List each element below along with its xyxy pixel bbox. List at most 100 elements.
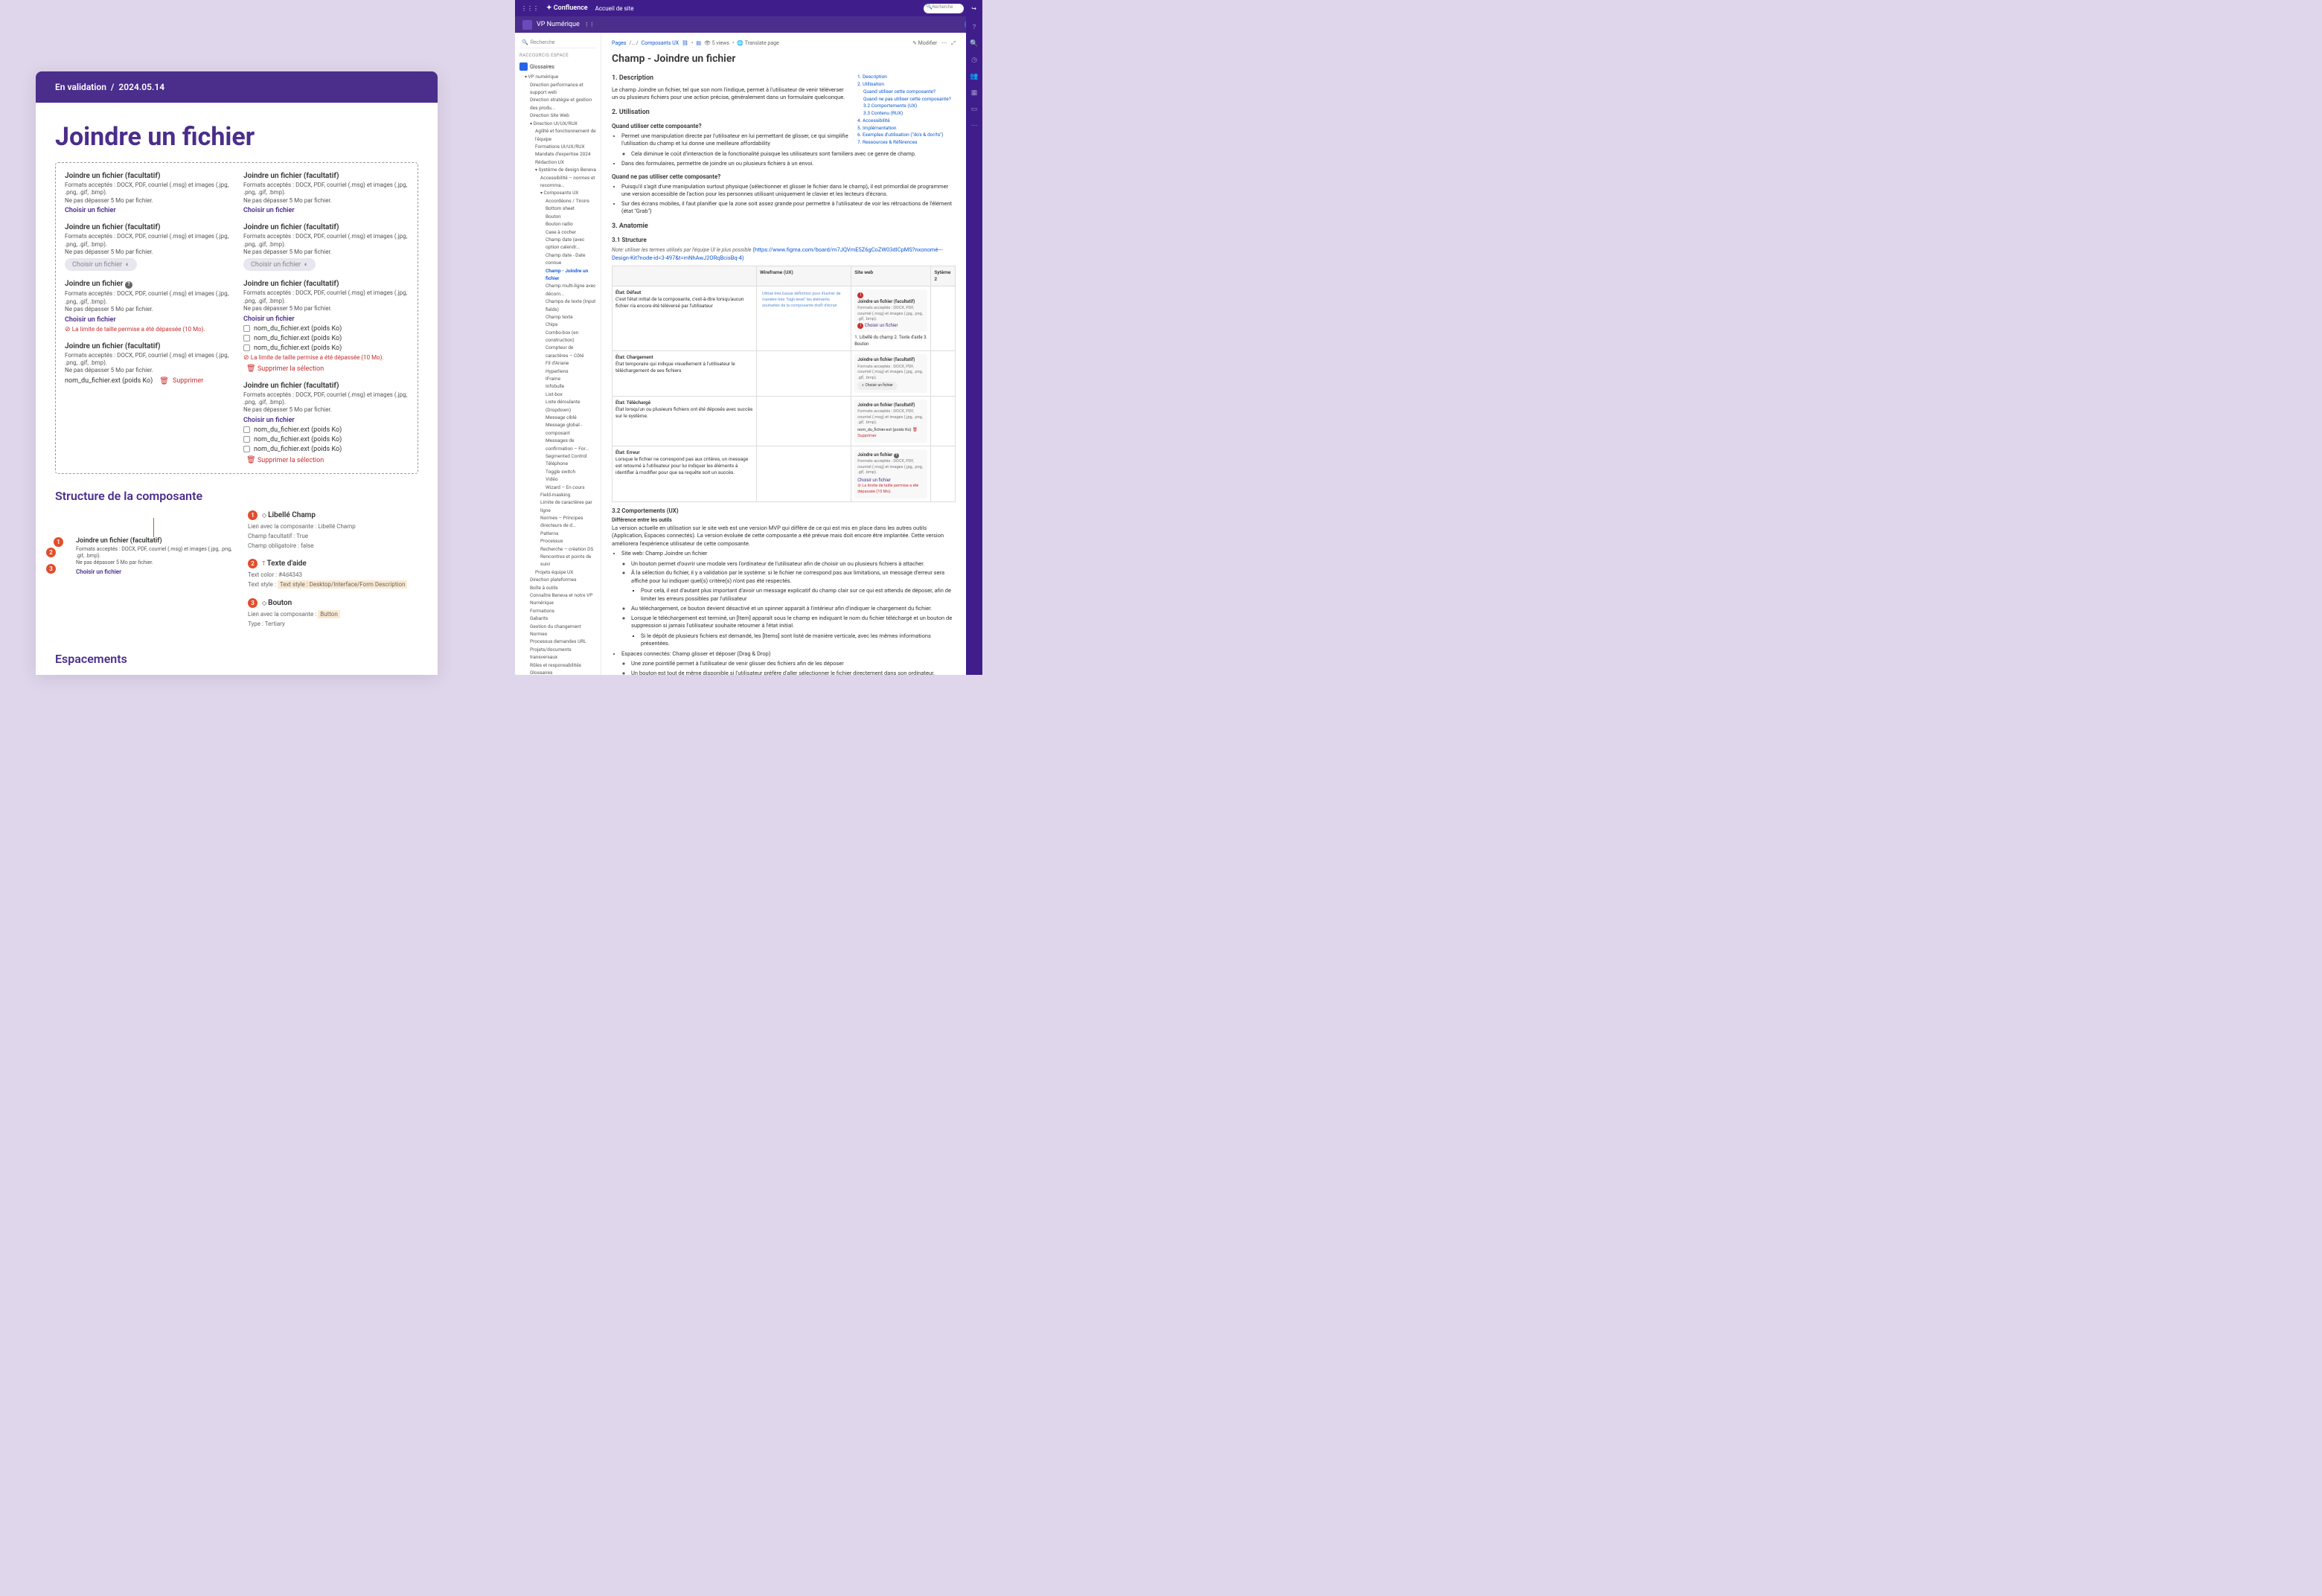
clock-icon[interactable]: ◷ [971, 57, 977, 64]
nav-home[interactable]: Accueil de site [595, 5, 634, 12]
toc-item[interactable]: 7. Ressources & Références [857, 139, 956, 147]
checkbox[interactable] [243, 426, 250, 433]
tree-item[interactable]: Champs de texte (Input fields) [519, 298, 596, 313]
checkbox[interactable] [243, 436, 250, 443]
choose-file-button[interactable]: Choisir un fichier [243, 207, 409, 214]
tree-item[interactable]: Champ texte [519, 313, 596, 321]
tree-item[interactable]: Vidéo [519, 475, 596, 483]
tree-item[interactable]: Rencontres et points de suivi [519, 553, 596, 568]
translate-link[interactable]: 🌐 Translate page [737, 40, 778, 48]
tree-item[interactable]: Wizard – En cours [519, 484, 596, 491]
choose-file-button[interactable]: Choisir un fichier [65, 316, 230, 324]
tree-item[interactable]: Champ multi-ligne avec décom... [519, 282, 596, 298]
tree-item[interactable]: Système de design Beneva [519, 166, 596, 174]
tree-item[interactable]: Combo-box (en construction) [519, 329, 596, 344]
trash-icon[interactable]: 🗑 [159, 377, 169, 385]
tree-item[interactable]: Processus demandes URL [519, 638, 596, 645]
global-search-input[interactable]: Recherche [924, 4, 964, 13]
tree-item[interactable]: Accordéons / Tiroirs [519, 197, 596, 205]
tree-item[interactable]: Connaître Beneva et notre VP Numérique [519, 592, 596, 607]
sidebar-search[interactable]: 🔍 Recherche [519, 37, 596, 48]
tree-item[interactable]: Composants UX [519, 189, 596, 197]
checkbox[interactable] [243, 344, 250, 351]
tree-item[interactable]: Direction Site Web [519, 112, 596, 119]
tree-item[interactable]: Boîte à outils [519, 584, 596, 592]
tree-item[interactable]: Toggle switch [519, 468, 596, 475]
toc-item[interactable]: 6. Exemples d'utilisation ("do's & don't… [857, 132, 956, 139]
tree-item[interactable]: Field-masking [519, 491, 596, 499]
tree-item[interactable]: Agilité et fonctionnement de l'équipe [519, 127, 596, 143]
trash-icon[interactable]: 🗑 [246, 456, 256, 464]
calendar-icon[interactable]: ▭ [971, 106, 978, 113]
tree-item[interactable]: Champ - Joindre un fichier [519, 267, 596, 283]
more-icon[interactable]: ⋯ [971, 122, 978, 129]
tree-item[interactable]: Limite de caractères par ligne [519, 499, 596, 514]
crumb-pages[interactable]: Pages [612, 40, 626, 48]
app-switcher-icon[interactable]: ⋮⋮⋮ [521, 5, 539, 12]
toc-item[interactable]: 4. Accessibilité [857, 118, 956, 125]
tree-item[interactable]: Formations UI/UX/RUX [519, 143, 596, 150]
tree-item[interactable]: Chips [519, 321, 596, 328]
login-icon[interactable]: ↪ [971, 5, 976, 12]
sidebar-glossary[interactable]: Glossaires [519, 60, 596, 73]
toc-item[interactable]: 3.2 Comportements (UX) [857, 103, 956, 110]
tree-item[interactable]: Liste déroulante (Dropdown) [519, 398, 596, 414]
tree-item[interactable]: Rédaction UX [519, 158, 596, 166]
tree-item[interactable]: Hyperliens [519, 368, 596, 375]
trash-icon[interactable]: 🗑 [246, 365, 256, 373]
space-name[interactable]: VP Numérique [537, 21, 580, 28]
checkbox[interactable] [243, 325, 250, 332]
tree-item[interactable]: Case à cocher [519, 228, 596, 236]
tree-item[interactable]: Fil d'Ariane [519, 359, 596, 367]
tree-item[interactable]: Direction performance et support web [519, 81, 596, 97]
more-actions-icon[interactable]: ⋯ [941, 40, 947, 48]
share-icon[interactable]: ⛓ [682, 40, 688, 48]
tree-item[interactable]: Formations [519, 607, 596, 615]
tree-item[interactable]: Champ date (avec option calendr... [519, 236, 596, 251]
confluence-logo[interactable]: ✦ Confluence [546, 4, 588, 12]
tree-item[interactable]: List-box [519, 391, 596, 398]
tree-item[interactable]: Projets équipe UX [519, 568, 596, 576]
toc-item[interactable]: Quand ne pas utiliser cette composante? [857, 96, 956, 103]
toc-item[interactable]: Quand utiliser cette composante? [857, 89, 956, 96]
grid-icon[interactable]: ▦ [971, 89, 978, 97]
expand-icon[interactable]: ⤢ [951, 40, 956, 48]
choose-file-button[interactable]: Choisir un fichier [243, 417, 409, 424]
tree-item[interactable]: Accessibilité – normes et recomma... [519, 174, 596, 190]
tree-item[interactable]: Bouton [519, 213, 596, 220]
delete-selection-button[interactable]: Supprimer la sélection [258, 457, 324, 464]
help-icon[interactable]: ? [973, 24, 976, 31]
tree-item[interactable]: Direction stratégie et gestion des produ… [519, 96, 596, 112]
search-icon[interactable]: 🔍 [970, 40, 978, 48]
tree-item[interactable]: Normes [519, 630, 596, 638]
choose-file-button[interactable]: Choisir un fichier [243, 315, 409, 323]
tree-item[interactable]: Infobulle [519, 382, 596, 390]
tree-item[interactable]: Champ date - Date connue [519, 251, 596, 267]
space-menu-icon[interactable]: ⋮⋮ [584, 22, 595, 28]
crumb-parent[interactable]: Composants UX [642, 40, 679, 48]
tree-item[interactable]: Glossaires [519, 669, 596, 675]
tree-item[interactable]: Mandats d'expertise 2024 [519, 150, 596, 158]
tree-item[interactable]: Normes – Principes directeurs de d... [519, 514, 596, 530]
delete-button[interactable]: Supprimer [173, 377, 203, 385]
checkbox[interactable] [243, 335, 250, 342]
tree-item[interactable]: Téléphone [519, 460, 596, 467]
tree-item[interactable]: Rôles et responsabilités [519, 661, 596, 669]
toc-item[interactable]: 3.3 Contenu (RUX) [857, 110, 956, 118]
tree-item[interactable]: Bouton radio [519, 220, 596, 228]
tree-item[interactable]: IFrame [519, 375, 596, 382]
tree-item[interactable]: Message ciblé [519, 414, 596, 421]
delete-selection-button[interactable]: Supprimer la sélection [258, 365, 324, 373]
tree-item[interactable]: Direction UI/UX/RUX [519, 120, 596, 128]
toc-item[interactable]: 1. Description [857, 74, 956, 81]
checkbox[interactable] [243, 446, 250, 452]
tree-item[interactable]: Messages de confirmation – For... [519, 437, 596, 452]
tree-item[interactable]: Bottom sheet [519, 205, 596, 212]
tree-item[interactable]: VP numérique [519, 73, 596, 81]
views-count[interactable]: 👁 5 views [704, 40, 729, 48]
tree-item[interactable]: Segmented Control [519, 452, 596, 460]
edit-button[interactable]: ✎ Modifier [912, 40, 937, 48]
choose-file-button[interactable]: Choisir un fichier [65, 207, 230, 214]
toc-item[interactable]: 2. Utilisation [857, 81, 956, 89]
tree-item[interactable]: Gabarits [519, 615, 596, 622]
